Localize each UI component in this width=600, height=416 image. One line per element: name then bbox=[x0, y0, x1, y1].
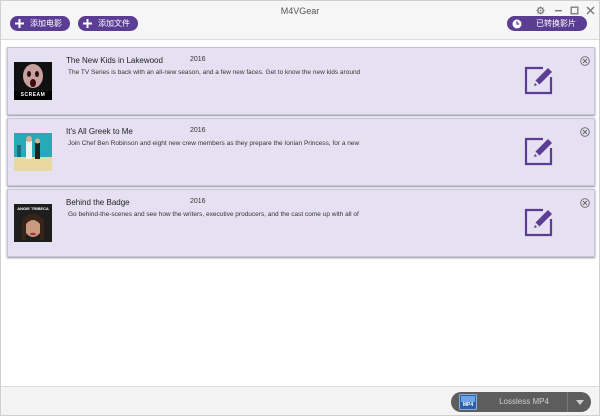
bottom-bar: MP4 Lossless MP4 bbox=[1, 386, 599, 415]
remove-item-icon[interactable] bbox=[580, 124, 590, 137]
poster-thumbnail bbox=[14, 133, 52, 171]
video-item[interactable]: ANGIE TRIBECA Behind the Badge 2016 Go b… bbox=[7, 189, 595, 257]
add-movie-button[interactable]: 添加电影 bbox=[10, 16, 70, 31]
video-description: The TV Series is back with an all-new se… bbox=[68, 69, 361, 76]
app-window: M4VGear 添加电影 添加文件 已转换影片 SCREAM The New K… bbox=[0, 0, 600, 416]
poster-title: ANGIE TRIBECA bbox=[17, 206, 49, 211]
converted-videos-label: 已转换影片 bbox=[536, 19, 576, 28]
edit-icon[interactable] bbox=[523, 65, 554, 96]
chevron-down-icon[interactable] bbox=[567, 392, 591, 412]
video-year: 2016 bbox=[190, 56, 206, 63]
edit-icon[interactable] bbox=[523, 207, 554, 238]
close-window-icon[interactable] bbox=[585, 5, 595, 15]
plus-icon bbox=[82, 19, 92, 29]
clock-icon bbox=[512, 19, 522, 29]
video-item[interactable]: SCREAM The New Kids in Lakewood 2016 The… bbox=[7, 47, 595, 115]
add-movie-label: 添加电影 bbox=[30, 19, 62, 28]
add-file-button[interactable]: 添加文件 bbox=[78, 16, 138, 31]
poster-title: SCREAM bbox=[20, 92, 46, 98]
settings-gear-icon[interactable] bbox=[535, 5, 545, 15]
video-title: Behind the Badge bbox=[66, 198, 130, 207]
mp4-icon-text: MP4 bbox=[462, 402, 474, 408]
poster-thumbnail: ANGIE TRIBECA bbox=[14, 204, 52, 242]
poster-thumbnail: SCREAM bbox=[14, 62, 52, 100]
remove-item-icon[interactable] bbox=[580, 195, 590, 208]
video-description: Join Chef Ben Robinson and eight new cre… bbox=[68, 140, 360, 147]
output-format-select[interactable]: MP4 Lossless MP4 bbox=[451, 392, 591, 412]
converted-videos-button[interactable]: 已转换影片 bbox=[507, 16, 587, 31]
video-title: The New Kids in Lakewood bbox=[66, 56, 163, 65]
video-year: 2016 bbox=[190, 127, 206, 134]
add-file-label: 添加文件 bbox=[98, 19, 130, 28]
mp4-file-icon: MP4 bbox=[459, 394, 477, 410]
app-title: M4VGear bbox=[280, 6, 320, 16]
video-item[interactable]: It's All Greek to Me 2016 Join Chef Ben … bbox=[7, 118, 595, 186]
maximize-icon[interactable] bbox=[569, 5, 579, 15]
video-title: It's All Greek to Me bbox=[66, 127, 133, 136]
remove-item-icon[interactable] bbox=[580, 53, 590, 66]
plus-icon bbox=[14, 19, 24, 29]
video-description: Go behind-the-scenes and see how the wri… bbox=[68, 211, 359, 218]
minimize-icon[interactable] bbox=[553, 5, 563, 15]
top-toolbar: M4VGear 添加电影 添加文件 已转换影片 bbox=[1, 1, 599, 40]
edit-icon[interactable] bbox=[523, 136, 554, 167]
output-format-label: Lossless MP4 bbox=[499, 397, 549, 406]
video-year: 2016 bbox=[190, 198, 206, 205]
